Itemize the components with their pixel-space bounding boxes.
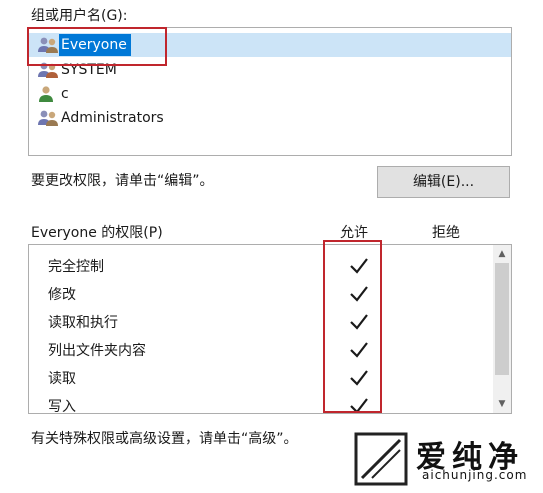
scrollbar[interactable]: ▲ ▼ <box>493 245 511 413</box>
user-name: Administrators <box>61 110 164 126</box>
allow-header: 允许 <box>340 225 368 241</box>
permission-name: 读取 <box>48 371 76 387</box>
permission-row: 修改 <box>29 281 489 309</box>
user-row-administrators[interactable]: Administrators <box>29 106 511 130</box>
edit-hint: 要更改权限，请单击“编辑”。 <box>31 173 214 189</box>
edit-button[interactable]: 编辑(E)... <box>377 166 510 198</box>
groups-label: 组或用户名(G): <box>31 8 128 24</box>
permission-row: 完全控制 <box>29 253 489 281</box>
permission-row: 读取和执行 <box>29 309 489 337</box>
scroll-up-icon[interactable]: ▲ <box>497 249 507 259</box>
permissions-list[interactable]: 完全控制 修改 读取和执行 列出文件夹内容 读取 写入 ▲ ▼ <box>28 244 512 414</box>
permissions-label: Everyone 的权限(P) <box>31 225 163 241</box>
group-icon <box>37 108 59 128</box>
deny-header: 拒绝 <box>432 225 460 241</box>
permission-row: 写入 <box>29 393 489 414</box>
permission-name: 读取和执行 <box>48 315 118 331</box>
advanced-hint: 有关特殊权限或高级设置，请单击“高级”。 <box>31 431 298 447</box>
highlight-box-allow <box>323 240 382 413</box>
permission-row: 读取 <box>29 365 489 393</box>
scroll-down-icon[interactable]: ▼ <box>497 399 507 409</box>
user-icon <box>37 84 59 104</box>
permission-row: 列出文件夹内容 <box>29 337 489 365</box>
permission-name: 完全控制 <box>48 259 104 275</box>
watermark-url: aichunjing.com <box>422 468 528 482</box>
permission-name: 写入 <box>48 399 76 414</box>
scroll-thumb[interactable] <box>495 263 509 375</box>
watermark-logo: 爱纯净 aichunjing.com <box>352 428 543 489</box>
user-name: c <box>61 86 69 102</box>
highlight-box-everyone <box>27 27 167 66</box>
user-row-c[interactable]: c <box>29 82 511 106</box>
permission-name: 修改 <box>48 287 76 303</box>
permission-name: 列出文件夹内容 <box>48 343 146 359</box>
